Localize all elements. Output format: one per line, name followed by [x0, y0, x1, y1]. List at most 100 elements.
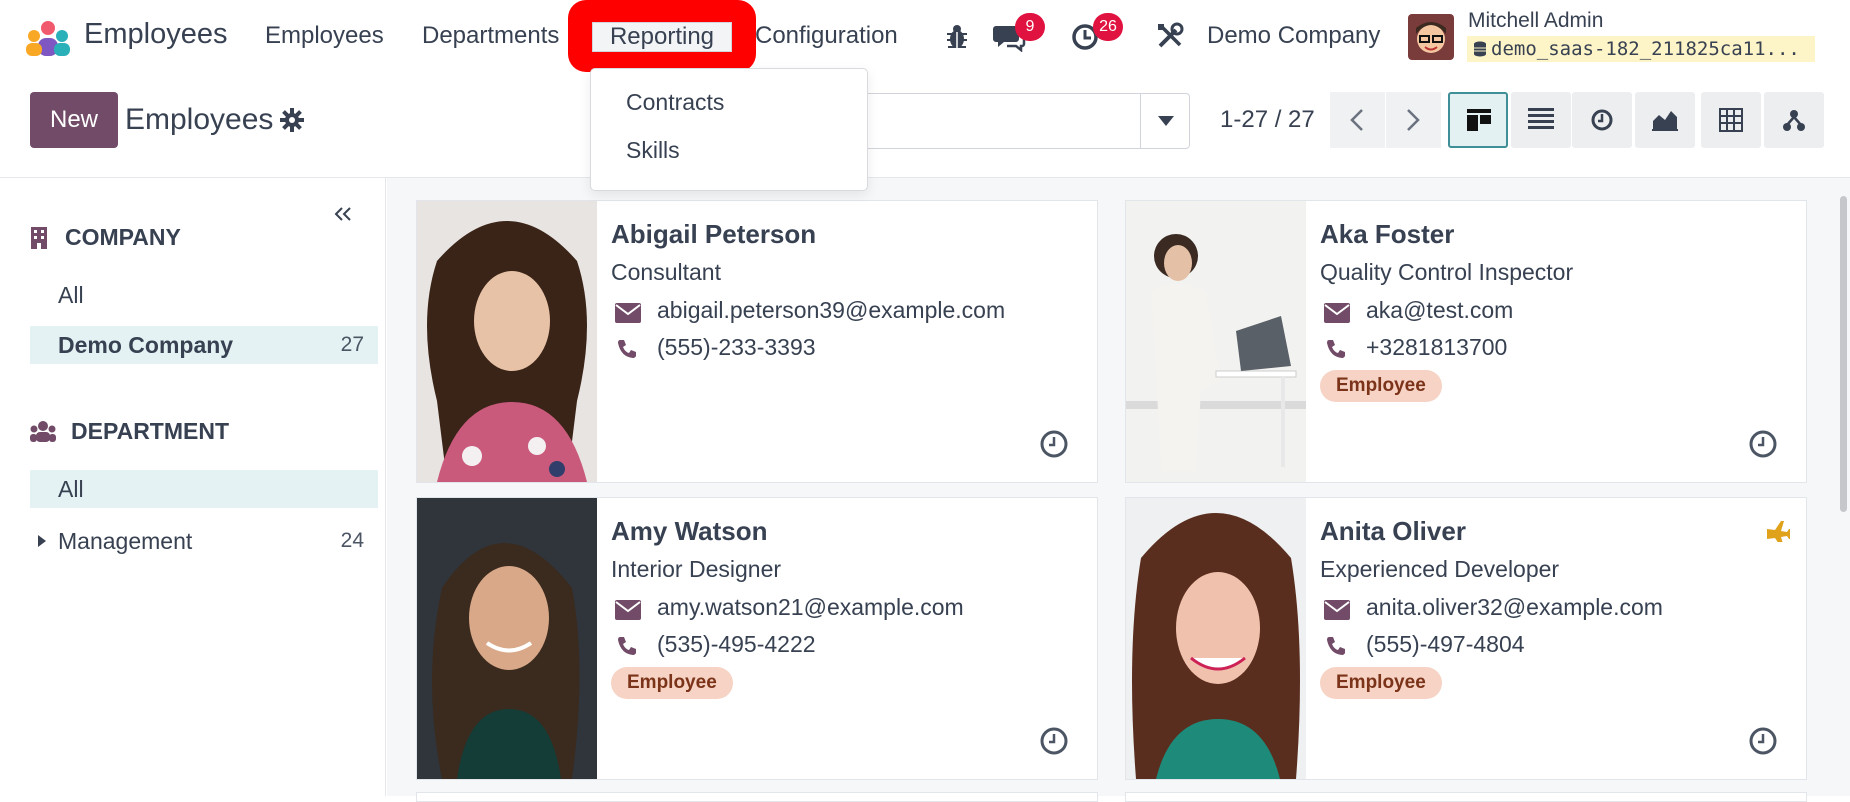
employee-photo [417, 498, 597, 779]
employee-card[interactable]: Amy Watson Interior Designer amy.watson2… [416, 497, 1098, 780]
employees-app-icon[interactable] [24, 18, 72, 58]
menu-employees[interactable]: Employees [265, 22, 384, 50]
vertical-scrollbar[interactable] [1836, 178, 1850, 796]
company-filter-count: 27 [340, 333, 364, 356]
department-heading: DEPARTMENT [71, 418, 230, 444]
plane-icon [1767, 521, 1790, 542]
graph-view-button[interactable] [1635, 92, 1695, 148]
users-icon [30, 421, 56, 442]
employee-email[interactable]: amy.watson21@example.com [657, 594, 964, 621]
employee-card[interactable]: Aka Foster Quality Control Inspector aka… [1125, 200, 1807, 483]
caret-right-icon[interactable] [38, 535, 46, 547]
department-filter-management[interactable]: Management 24 [30, 522, 378, 560]
department-filter-count: 24 [340, 529, 364, 552]
employee-photo [1126, 498, 1306, 779]
department-filter-label: All [58, 476, 84, 502]
department-filter-label: Management [58, 528, 193, 554]
company-filter-demo-company[interactable]: Demo Company 27 [30, 326, 378, 364]
employee-card[interactable] [1125, 792, 1807, 802]
company-filter-label: Demo Company [58, 332, 234, 358]
employee-phone[interactable]: (555)-233-3393 [657, 334, 816, 361]
page-title: Employees [125, 103, 274, 136]
org-chart-icon [1783, 110, 1805, 131]
search-options-toggle[interactable] [1140, 93, 1190, 149]
employee-job: Quality Control Inspector [1320, 259, 1574, 285]
employee-name: Amy Watson [611, 516, 768, 546]
menu-departments[interactable]: Departments [422, 22, 559, 50]
company-heading: COMPANY [65, 224, 181, 250]
phone-icon [1327, 340, 1345, 358]
database-icon [1474, 41, 1486, 57]
employee-job: Experienced Developer [1320, 556, 1560, 582]
phone-icon [618, 637, 636, 655]
gear-icon[interactable] [280, 108, 304, 132]
user-avatar[interactable] [1408, 14, 1454, 60]
kanban-icon [1467, 109, 1491, 131]
employee-name: Anita Oliver [1320, 516, 1466, 546]
department-filter-all[interactable]: All [30, 470, 378, 508]
employee-phone[interactable]: (535)-495-4222 [657, 631, 816, 658]
caret-down-icon [1158, 116, 1174, 126]
top-navbar: Employees Employees Departments Reportin… [0, 0, 1850, 75]
scrollbar-thumb[interactable] [1840, 196, 1847, 512]
activity-clock-icon[interactable] [1748, 726, 1778, 756]
kanban-view-button[interactable] [1448, 92, 1508, 148]
user-name[interactable]: Mitchell Admin [1468, 9, 1603, 33]
reporting-item-skills[interactable]: Skills [626, 137, 680, 164]
phone-icon [1327, 637, 1345, 655]
database-tag: demo_saas-182_211825ca11... [1467, 36, 1815, 62]
employee-email[interactable]: abigail.peterson39@example.com [657, 297, 1005, 324]
phone-icon [618, 340, 636, 358]
app-name[interactable]: Employees [84, 18, 227, 51]
employee-job: Consultant [611, 259, 721, 285]
employee-phone[interactable]: (555)-497-4804 [1366, 631, 1525, 658]
envelope-icon [615, 600, 641, 620]
settings-tools-icon[interactable] [1156, 22, 1184, 50]
activity-clock-icon[interactable] [1039, 726, 1069, 756]
company-filter-all[interactable]: All [30, 276, 378, 314]
menu-reporting[interactable]: Reporting [592, 22, 732, 52]
bug-icon[interactable] [945, 24, 969, 50]
menu-configuration[interactable]: Configuration [755, 22, 898, 50]
chevron-right-icon [1407, 109, 1420, 131]
envelope-icon [615, 303, 641, 323]
area-chart-icon [1652, 111, 1678, 131]
table-icon [1719, 108, 1743, 132]
activity-clock-icon[interactable] [1039, 429, 1069, 459]
employee-tag: Employee [611, 667, 733, 699]
kanban-view: Abigail Peterson Consultant abigail.pete… [387, 178, 1850, 802]
employee-phone[interactable]: +3281813700 [1366, 334, 1507, 361]
activities-badge: 26 [1093, 13, 1123, 41]
reporting-item-contracts[interactable]: Contracts [626, 89, 724, 116]
pivot-view-button[interactable] [1701, 92, 1761, 148]
envelope-icon [1324, 303, 1350, 323]
new-button[interactable]: New [30, 92, 118, 148]
employee-email[interactable]: anita.oliver32@example.com [1366, 594, 1663, 621]
list-view-button[interactable] [1511, 92, 1571, 148]
company-filter-label: All [58, 282, 84, 308]
pager-next-button[interactable] [1386, 92, 1441, 148]
clock-icon [1591, 109, 1613, 131]
search-panel: COMPANY All Demo Company 27 DEPARTMENT A… [0, 178, 386, 796]
pager-value[interactable]: 1-27 / 27 [1220, 106, 1315, 134]
database-name: demo_saas-182_211825ca11... [1491, 38, 1800, 60]
hierarchy-view-button[interactable] [1764, 92, 1824, 148]
chevron-left-icon [1350, 109, 1363, 131]
activity-view-button[interactable] [1572, 92, 1632, 148]
employee-photo [1126, 201, 1306, 482]
employee-card[interactable]: Abigail Peterson Consultant abigail.pete… [416, 200, 1098, 483]
employee-photo [417, 201, 597, 482]
collapse-panel-icon[interactable] [334, 206, 352, 222]
company-switcher[interactable]: Demo Company [1207, 22, 1380, 50]
employee-card[interactable] [416, 792, 1098, 802]
activity-clock-icon[interactable] [1748, 429, 1778, 459]
employee-card[interactable]: Anita Oliver Experienced Developer anita… [1125, 497, 1807, 780]
employee-name: Aka Foster [1320, 219, 1455, 249]
list-icon [1528, 108, 1554, 129]
employee-email[interactable]: aka@test.com [1366, 297, 1513, 324]
reporting-dropdown: Contracts Skills [590, 68, 868, 191]
employee-name: Abigail Peterson [611, 219, 817, 249]
envelope-icon [1324, 600, 1350, 620]
pager-previous-button[interactable] [1330, 92, 1385, 148]
employee-tag: Employee [1320, 370, 1442, 402]
